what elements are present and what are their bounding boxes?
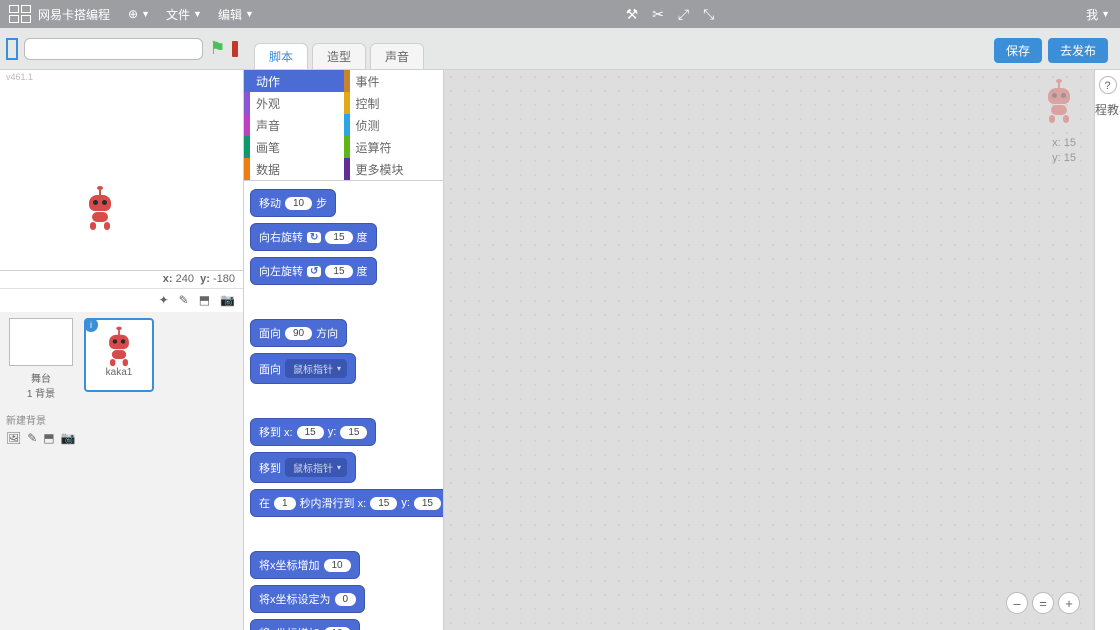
user-menu[interactable]: 我▼: [1086, 6, 1110, 23]
category-声音[interactable]: 声音: [244, 114, 344, 136]
zoom-reset-icon[interactable]: =: [1032, 592, 1054, 614]
category-grid: 动作事件外观控制声音侦测画笔运算符数据更多模块: [244, 70, 443, 181]
green-flag-icon[interactable]: ⚑: [209, 38, 225, 59]
choose-bg-icon[interactable]: 🖼: [6, 431, 21, 445]
zoom-controls: – = +: [1006, 592, 1080, 614]
project-name-input[interactable]: [24, 38, 203, 60]
category-控制[interactable]: 控制: [344, 92, 444, 114]
cut-icon[interactable]: ✂: [652, 6, 664, 23]
block-point-dir[interactable]: 面向90方向: [250, 319, 347, 347]
grow-icon[interactable]: ⤢: [678, 6, 689, 23]
category-外观[interactable]: 外观: [244, 92, 344, 114]
block-change-y[interactable]: 将y坐标增加10: [250, 619, 360, 630]
stage-sprite[interactable]: [85, 195, 115, 229]
block-goto-obj[interactable]: 移到鼠标指针: [250, 452, 356, 483]
zoom-in-icon[interactable]: +: [1058, 592, 1080, 614]
category-更多模块[interactable]: 更多模块: [344, 158, 444, 180]
editor-tabs: 脚本 造型 声音 保存 去发布: [244, 38, 1120, 69]
upload-sprite-icon[interactable]: ⬒: [199, 293, 210, 308]
block-turn-left[interactable]: 向左旋转↺15度: [250, 257, 377, 285]
choose-sprite-icon[interactable]: ✦: [159, 293, 169, 308]
category-事件[interactable]: 事件: [344, 70, 444, 92]
block-set-x[interactable]: 将x坐标设定为0: [250, 585, 365, 613]
camera-bg-icon[interactable]: 📷: [61, 431, 76, 445]
category-数据[interactable]: 数据: [244, 158, 344, 180]
camera-sprite-icon[interactable]: 📷: [220, 293, 235, 308]
sprite-thumbnail[interactable]: i kaka1: [84, 318, 154, 392]
block-move[interactable]: 移动10步: [250, 189, 336, 217]
app-title: 网易卡搭编程: [38, 6, 110, 23]
file-menu[interactable]: 文件▼: [166, 6, 202, 23]
tab-sounds[interactable]: 声音: [370, 43, 424, 69]
stamp-icon[interactable]: ⚒: [626, 6, 639, 23]
category-动作[interactable]: 动作: [244, 70, 344, 92]
block-goto-xy[interactable]: 移到 x:15y:15: [250, 418, 376, 446]
version-label: v461.1: [6, 72, 33, 82]
category-运算符[interactable]: 运算符: [344, 136, 444, 158]
stage-controls: ⚑: [0, 28, 244, 69]
publish-button[interactable]: 去发布: [1048, 38, 1108, 63]
tool-icons: ⚒ ✂ ⤢ ⤡: [262, 6, 1078, 23]
block-turn-right[interactable]: 向右旋转↻15度: [250, 223, 377, 251]
new-sprite-bar: ✦ ✎ ⬒ 📷: [0, 288, 243, 312]
canvas-sprite-icon: [1044, 88, 1074, 122]
help-icon[interactable]: ?: [1099, 76, 1117, 94]
tab-costumes[interactable]: 造型: [312, 43, 366, 69]
globe-icon: ⊕: [128, 7, 138, 21]
sprite-info-icon[interactable]: i: [84, 318, 98, 332]
help-panel: ? 帮助与教程: [1094, 70, 1120, 630]
script-canvas[interactable]: x: 15 y: 15 – = +: [444, 70, 1094, 630]
fullscreen-icon[interactable]: [6, 38, 18, 60]
zoom-out-icon[interactable]: –: [1006, 592, 1028, 614]
sprite-list: 舞台 1 背景 新建背景 🖼 ✎ ⬒ 📷 i kaka1: [0, 312, 243, 630]
menu-bar: 网易卡搭编程 ⊕▼ 文件▼ 编辑▼ ⚒ ✂ ⤢ ⤡ 我▼: [0, 0, 1120, 28]
canvas-coords: x: 15 y: 15: [1052, 136, 1076, 166]
category-侦测[interactable]: 侦测: [344, 114, 444, 136]
block-glide[interactable]: 在1秒内滑行到 x:15y:15: [250, 489, 443, 517]
help-label: 帮助与教程: [1095, 102, 1120, 118]
sprite-name-label: kaka1: [106, 367, 133, 378]
stage-preview[interactable]: v461.1: [0, 70, 243, 270]
edit-menu[interactable]: 编辑▼: [218, 6, 254, 23]
paint-sprite-icon[interactable]: ✎: [179, 293, 189, 308]
toolbar-row: ⚑ 脚本 造型 声音 保存 去发布: [0, 28, 1120, 70]
category-画笔[interactable]: 画笔: [244, 136, 344, 158]
block-palette: 动作事件外观控制声音侦测画笔运算符数据更多模块 移动10步 向右旋转↻15度 向…: [244, 70, 444, 630]
block-point-to[interactable]: 面向鼠标指针: [250, 353, 356, 384]
tab-scripts[interactable]: 脚本: [254, 43, 308, 69]
shrink-icon[interactable]: ⤡: [703, 6, 714, 23]
paint-bg-icon[interactable]: ✎: [27, 431, 37, 445]
left-panel: v461.1 x: 240 y: -180 ✦ ✎ ⬒ 📷 舞台 1 背景 新建…: [0, 70, 244, 630]
stage-thumbnail[interactable]: 舞台 1 背景 新建背景 🖼 ✎ ⬒ 📷: [6, 318, 76, 624]
block-change-x[interactable]: 将x坐标增加10: [250, 551, 360, 579]
app-logo: [8, 4, 34, 24]
language-menu[interactable]: ⊕▼: [128, 7, 150, 21]
stage-coords: x: 240 y: -180: [0, 270, 243, 288]
stop-icon[interactable]: [232, 41, 239, 57]
block-list: 移动10步 向右旋转↻15度 向左旋转↺15度 面向90方向 面向鼠标指针 移到…: [244, 181, 443, 630]
upload-bg-icon[interactable]: ⬒: [43, 431, 54, 445]
save-button[interactable]: 保存: [994, 38, 1042, 63]
